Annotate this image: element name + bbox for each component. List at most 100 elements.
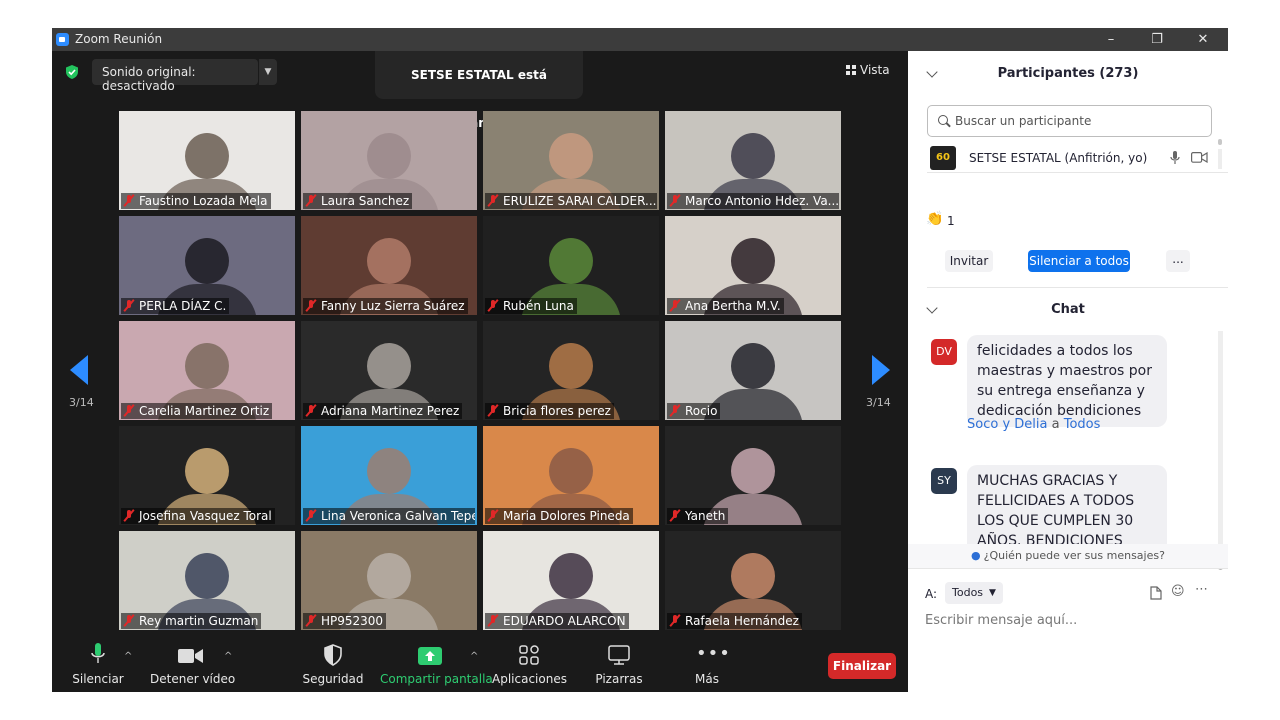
participant-tile[interactable]: Lina Veronica Galvan Tepetla — [301, 426, 477, 525]
chat-sender[interactable]: Soco y Delia — [967, 417, 1047, 432]
participant-video-figure — [549, 238, 593, 284]
participant-name-label: Faustino Lozada Mela — [121, 193, 271, 209]
muted-microphone-icon — [306, 300, 316, 311]
muted-microphone-icon — [306, 405, 316, 416]
mute-options-caret-icon[interactable]: ^ — [124, 651, 132, 662]
prev-page-arrow-icon[interactable] — [70, 355, 88, 385]
chat-message: felicidades a todos los maestras y maest… — [967, 335, 1167, 427]
stop-video-button[interactable]: Detener vídeo — [150, 641, 235, 692]
participant-video-figure — [731, 133, 775, 179]
participant-name: Fanny Luz Sierra Suárez — [321, 299, 465, 313]
chat-recipient[interactable]: Todos — [1064, 417, 1101, 432]
participant-tile[interactable]: Ana Bertha M.V. — [665, 216, 841, 315]
participant-name: Rey martin Guzman — [139, 614, 259, 628]
participant-video-figure — [549, 343, 593, 389]
invite-button[interactable]: Invitar — [945, 250, 993, 272]
participant-tile[interactable]: Carelia Martinez Ortiz — [119, 321, 295, 420]
muted-microphone-icon — [670, 405, 680, 416]
chat-compose-input[interactable]: Escribir mensaje aquí... — [925, 613, 1077, 628]
video-area: Sonido original: desactivado ▼ SETSE EST… — [52, 51, 908, 641]
participant-name-label: Laura Sanchez — [303, 193, 413, 209]
mute-button[interactable]: Silenciar — [70, 641, 126, 692]
participant-tile[interactable]: Rey martin Guzman — [119, 531, 295, 630]
participant-tile[interactable]: PERLA DÍAZ C. — [119, 216, 295, 315]
participant-tile[interactable]: Laura Sanchez — [301, 111, 477, 210]
video-options-caret-icon[interactable]: ^ — [224, 651, 232, 662]
muted-microphone-icon — [488, 615, 498, 626]
participant-tile[interactable]: Bricia flores perez — [483, 321, 659, 420]
participant-name-label: Marco Antonio Hdez. Va... — [667, 193, 839, 209]
chat-sender-line: Soco y Delia a Todos — [967, 417, 1100, 432]
muted-microphone-icon — [124, 405, 134, 416]
share-options-caret-icon[interactable]: ^ — [470, 651, 478, 662]
participant-tile[interactable]: Rafaela Hernández — [665, 531, 841, 630]
end-meeting-button[interactable]: Finalizar — [828, 653, 896, 679]
minimize-button[interactable]: – — [1088, 29, 1134, 50]
restore-button[interactable]: ❐ — [1134, 29, 1180, 50]
security-label: Seguridad — [302, 672, 364, 686]
microphone-icon[interactable] — [1170, 151, 1180, 165]
participant-search-input[interactable]: Buscar un participante — [927, 105, 1212, 137]
participant-tile[interactable]: Maria Dolores Pineda — [483, 426, 659, 525]
participant-name: HP952300 — [321, 614, 384, 628]
participant-tile[interactable]: Rubén Luna — [483, 216, 659, 315]
participants-more-button[interactable]: ... — [1166, 250, 1190, 272]
shield-icon[interactable] — [64, 64, 80, 80]
participant-name: Marco Antonio Hdez. Va... — [685, 194, 839, 208]
apps-button[interactable]: Aplicaciones — [492, 641, 567, 692]
muted-microphone-icon — [488, 405, 498, 416]
participant-row-host[interactable]: 60 SETSE ESTATAL (Anfitrión, yo) — [928, 146, 1218, 170]
share-screen-icon — [418, 647, 442, 665]
participant-tile[interactable]: Marco Antonio Hdez. Va... — [665, 111, 841, 210]
participant-tile[interactable]: HP952300 — [301, 531, 477, 630]
divider — [927, 172, 1228, 173]
participant-name-label: Fanny Luz Sierra Suárez — [303, 298, 468, 314]
who-can-see-link[interactable]: ● ¿Quién puede ver sus mensajes? — [908, 544, 1228, 568]
close-button[interactable]: ✕ — [1180, 29, 1226, 50]
participants-title: Participantes (273) — [997, 66, 1139, 81]
emoji-icon[interactable]: ☺ — [1171, 584, 1185, 599]
participant-tile[interactable]: Adriana Martinez Perez — [301, 321, 477, 420]
participant-video-figure — [185, 133, 229, 179]
file-icon[interactable] — [1150, 586, 1162, 604]
recipient-select[interactable]: Todos ▼ — [945, 582, 1003, 604]
chevron-down-icon: ▼ — [989, 588, 996, 598]
participant-tile[interactable]: Josefina Vasquez Toral — [119, 426, 295, 525]
page-indicator-right: 3/14 — [866, 396, 891, 409]
chevron-down-icon[interactable]: ▼ — [259, 59, 277, 85]
original-sound-button[interactable]: Sonido original: desactivado ▼ — [92, 59, 277, 93]
participant-video-figure — [367, 133, 411, 179]
more-button[interactable]: ••• Más — [682, 641, 732, 692]
participant-tile[interactable]: Rocio — [665, 321, 841, 420]
participant-tile[interactable]: Yaneth — [665, 426, 841, 525]
side-panel: Participantes (273) Buscar un participan… — [908, 51, 1228, 692]
next-page-arrow-icon[interactable] — [872, 355, 890, 385]
participant-tile[interactable]: Faustino Lozada Mela — [119, 111, 295, 210]
view-button[interactable]: Vista — [846, 63, 890, 77]
participant-name-label: Ana Bertha M.V. — [667, 298, 784, 314]
participant-tile[interactable]: EDUARDO ALARCON — [483, 531, 659, 630]
chat-scrollbar[interactable] — [1218, 331, 1223, 571]
participant-video-figure — [549, 448, 593, 494]
more-options-icon[interactable]: ⋯ — [1195, 582, 1208, 597]
participant-name-label: Rafaela Hernández — [667, 613, 802, 629]
participant-name: ERULIZE SARAI CALDER... — [503, 194, 657, 208]
video-camera-icon[interactable] — [1191, 152, 1208, 163]
divider — [927, 287, 1228, 288]
participants-scrollbar[interactable] — [1218, 139, 1222, 169]
muted-microphone-icon — [124, 300, 134, 311]
mute-all-button[interactable]: Silenciar a todos — [1028, 250, 1130, 272]
participant-tile[interactable]: ERULIZE SARAI CALDER... — [483, 111, 659, 210]
whiteboards-button[interactable]: Pizarras — [588, 641, 650, 692]
participant-name-label: Maria Dolores Pineda — [485, 508, 633, 524]
share-screen-label: Compartir pantalla — [380, 672, 493, 686]
participant-name-label: Josefina Vasquez Toral — [121, 508, 275, 524]
participant-name-label: Yaneth — [667, 508, 729, 524]
muted-microphone-icon — [488, 510, 498, 521]
participant-name-label: ERULIZE SARAI CALDER... — [485, 193, 657, 209]
muted-microphone-icon — [306, 510, 316, 521]
security-button[interactable]: Seguridad — [302, 641, 364, 692]
participant-name-label: Rey martin Guzman — [121, 613, 262, 629]
share-screen-button[interactable]: Compartir pantalla — [380, 641, 493, 692]
participant-tile[interactable]: Fanny Luz Sierra Suárez — [301, 216, 477, 315]
